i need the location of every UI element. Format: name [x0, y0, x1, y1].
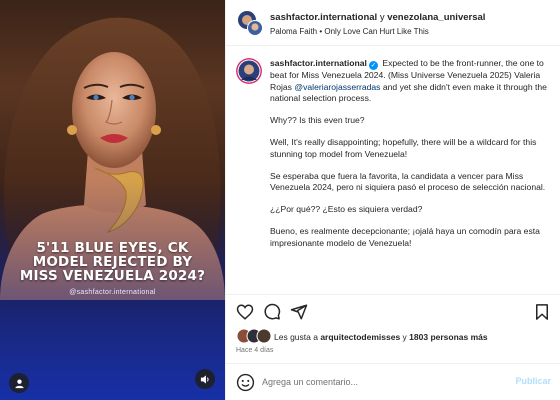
caption-paragraph-4: Se esperaba que fuera la favorita, la ca… [270, 170, 546, 193]
post-authors: sashfactor.international y venezolana_un… [270, 12, 485, 23]
share-icon[interactable] [290, 303, 308, 321]
media-headline: 5'11 BLUE EYES, CK MODEL REJECTED BY MIS… [19, 240, 206, 284]
bookmark-icon[interactable] [533, 303, 551, 321]
caption-paragraph-6: Bueno, es realmente decepcionante; ¡ojal… [270, 226, 540, 248]
speaker-icon[interactable] [195, 369, 215, 389]
author-avatar[interactable] [236, 9, 264, 37]
caption-username[interactable]: sashfactor.international [270, 58, 367, 68]
publish-button[interactable]: Publicar [515, 376, 551, 386]
post-header: sashfactor.international y venezolana_un… [226, 0, 560, 46]
likes-joiner: y [402, 332, 407, 342]
likes-prefix: Les gusta a [274, 332, 318, 342]
verified-badge-icon: ✓ [368, 61, 378, 70]
post-dialog: 5'11 BLUE EYES, CK MODEL REJECTED BY MIS… [0, 0, 560, 400]
comment-icon[interactable] [263, 303, 281, 321]
caption-mention[interactable]: @valeriarojasserradas [294, 82, 380, 92]
author-link-secondary[interactable]: venezolana_universal [387, 12, 485, 23]
likes-text: Les gusta a arquitectodemisses y 1803 pe… [274, 332, 488, 342]
emoji-icon[interactable] [236, 373, 255, 392]
user-tag-icon[interactable] [9, 373, 29, 393]
liker-avatars[interactable] [236, 328, 272, 344]
heart-icon[interactable] [236, 303, 254, 321]
liker-username-link[interactable]: arquitectodemisses [320, 332, 400, 342]
caption-paragraph-2: Why?? Is this even true? [270, 115, 365, 125]
media-credit: @sashfactor.international [69, 289, 156, 296]
post-media[interactable]: 5'11 BLUE EYES, CK MODEL REJECTED BY MIS… [0, 0, 225, 400]
post-side-panel: sashfactor.international y venezolana_un… [225, 0, 560, 400]
author-link-primary[interactable]: sashfactor.international [270, 12, 377, 23]
caption-paragraph-3: Well, It's really disappointing; hopeful… [270, 137, 537, 159]
model-photo [0, 17, 225, 400]
likes-summary: Les gusta a arquitectodemisses y 1803 pe… [236, 328, 556, 346]
caption-comment: sashfactor.international ✓ Expected to be… [236, 58, 554, 290]
post-date[interactable]: Hace 4 días [236, 347, 273, 354]
caption-paragraph-5: ¿¿Por qué?? ¿Esto es siquiera verdad? [270, 204, 423, 214]
authors-joiner: y [379, 12, 385, 23]
audio-track-link[interactable]: Paloma Faith • Only Love Can Hurt Like T… [270, 27, 429, 36]
comment-input[interactable] [262, 374, 492, 390]
caption-text: sashfactor.international ✓ Expected to be… [270, 58, 552, 260]
caption-author-avatar[interactable] [236, 58, 262, 84]
comment-bar: Publicar [226, 363, 560, 400]
likes-count-link[interactable]: 1803 personas más [409, 332, 487, 342]
action-bar [226, 294, 560, 326]
